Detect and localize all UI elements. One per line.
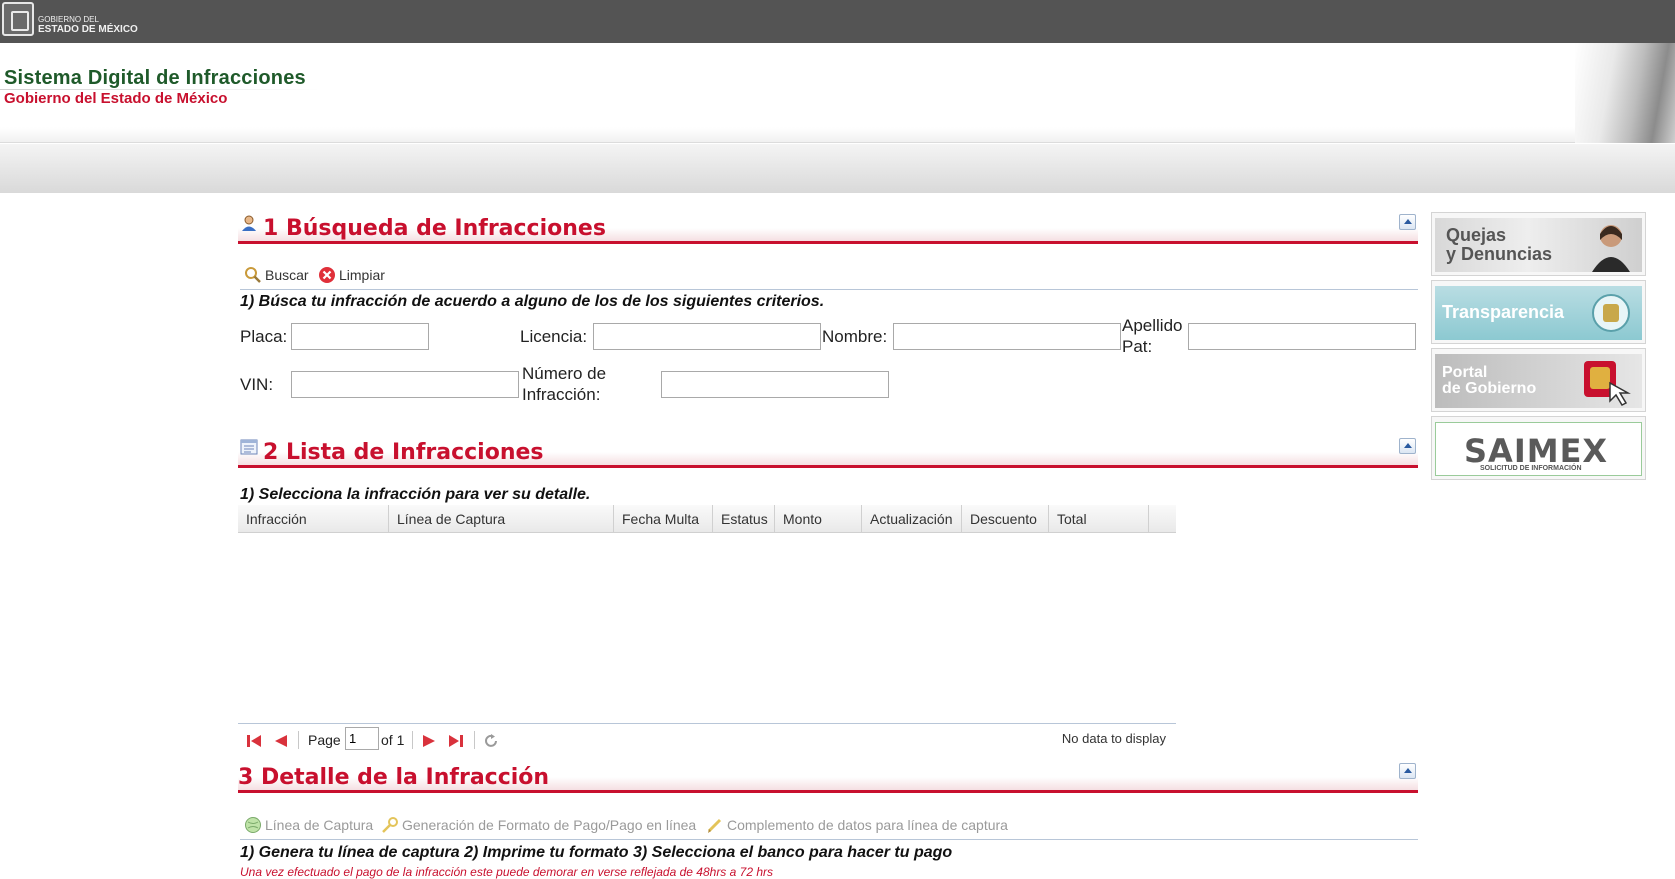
pencil-icon <box>707 818 722 833</box>
detail-instructions: 1) Genera tu línea de captura 2) Imprime… <box>240 844 953 861</box>
quejas-banner-line1: Quejas <box>1446 225 1507 245</box>
section-search-title: 1 Búsqueda de Infracciones <box>263 216 606 241</box>
numero-infraccion-input[interactable] <box>661 371 889 398</box>
section-list-header: 2 Lista de Infracciones <box>238 436 1418 468</box>
saimex-banner-sublabel: SOLICITUD DE INFORMACIÓN <box>1480 465 1582 472</box>
last-page-icon[interactable] <box>448 734 464 748</box>
search-icon <box>245 267 261 283</box>
column-header[interactable]: Infracción <box>238 505 389 533</box>
pager-separator <box>474 731 475 749</box>
column-header[interactable]: Estatus <box>713 505 775 533</box>
column-header[interactable]: Actualización <box>862 505 962 533</box>
formato-pago-button[interactable]: Generación de Formato de Pago/Pago en lí… <box>381 816 696 834</box>
apellido-input[interactable] <box>1188 323 1416 350</box>
payment-delay-note: Una vez efectuado el pago de la infracci… <box>240 865 774 879</box>
top-bar: GOBIERNO DEL ESTADO DE MÉXICO <box>0 0 1675 43</box>
clear-button-label: Limpiar <box>339 267 385 283</box>
formato-pago-label: Generación de Formato de Pago/Pago en lí… <box>402 817 697 833</box>
prev-page-icon[interactable] <box>272 734 288 748</box>
section-detail-title: 3 Detalle de la Infracción <box>238 765 550 790</box>
globe-icon <box>245 817 261 833</box>
nombre-label: Nombre: <box>822 327 888 346</box>
quejas-banner[interactable]: Quejas y Denuncias <box>1431 212 1646 276</box>
collapse-icon[interactable] <box>1399 763 1416 779</box>
linea-captura-label: Línea de Captura <box>265 817 374 833</box>
portal-gobierno-banner[interactable]: Portal de Gobierno <box>1431 348 1646 412</box>
numero-infraccion-label: Número de Infracción: <box>522 363 606 405</box>
list-instructions: 1) Selecciona la infracción para ver su … <box>240 486 591 503</box>
quejas-banner-image: Quejas y Denuncias <box>1435 218 1642 272</box>
placa-label: Placa: <box>240 327 288 346</box>
search-button[interactable]: Buscar <box>244 266 309 284</box>
apellido-label-line1: Apellido <box>1122 316 1183 335</box>
column-header-filler <box>1149 505 1176 533</box>
portal-gobierno-banner-image: Portal de Gobierno <box>1435 354 1642 408</box>
pager-separator <box>298 731 299 749</box>
system-subtitle: Gobierno del Estado de México <box>4 90 228 107</box>
section-list-title: 2 Lista de Infracciones <box>263 440 544 465</box>
coat-of-arms-icon <box>1592 294 1630 332</box>
saimex-banner-image: SAIMEX SOLICITUD DE INFORMACIÓN <box>1435 422 1642 476</box>
empty-grid-message: No data to display <box>1061 731 1166 746</box>
complemento-datos-label: Complemento de datos para línea de captu… <box>727 817 1008 833</box>
saimex-banner-label: SAIMEX <box>1464 432 1609 470</box>
search-instructions: 1) Búsca tu infracción de acuerdo a algu… <box>240 293 825 310</box>
transparencia-banner-label: Transparencia <box>1442 302 1565 322</box>
placa-input[interactable] <box>291 323 429 350</box>
quejas-banner-line2: y Denuncias <box>1446 244 1553 264</box>
refresh-icon[interactable] <box>484 734 500 748</box>
section-search-header: 1 Búsqueda de Infracciones <box>238 212 1418 244</box>
operator-person-icon <box>1592 225 1630 272</box>
page-number-input[interactable] <box>345 727 379 750</box>
search-toolbar: Buscar Limpiar <box>240 260 1418 290</box>
user-icon <box>242 215 256 231</box>
column-header[interactable]: Línea de Captura <box>389 505 614 533</box>
column-header[interactable]: Fecha Multa <box>614 505 713 533</box>
collapse-icon[interactable] <box>1399 438 1416 454</box>
header-banner: Sistema Digital de Infracciones Gobierno… <box>0 43 1675 143</box>
transparencia-banner-image: Transparencia <box>1435 286 1642 340</box>
apellido-label-line2: Pat: <box>1122 337 1153 356</box>
portal-banner-line2: de Gobierno <box>1442 380 1537 397</box>
infractions-grid: Infracción Línea de Captura Fecha Multa … <box>238 505 1176 724</box>
apellido-label: Apellido Pat: <box>1122 315 1183 357</box>
column-header[interactable]: Descuento <box>962 505 1049 533</box>
page-label: Page <box>308 732 341 748</box>
linea-captura-button[interactable]: Línea de Captura <box>244 816 373 834</box>
header-photo <box>1575 43 1675 143</box>
numero-label-line2: Infracción: <box>522 385 601 404</box>
column-header[interactable]: Total <box>1049 505 1149 533</box>
first-page-icon[interactable] <box>246 734 262 748</box>
licencia-label: Licencia: <box>520 327 588 346</box>
transparencia-banner[interactable]: Transparencia <box>1431 280 1646 344</box>
detail-toolbar: Línea de Captura Generación de Formato d… <box>240 810 1418 840</box>
key-icon <box>382 817 398 833</box>
system-title: Sistema Digital de Infracciones <box>4 67 306 89</box>
saimex-banner[interactable]: SAIMEX SOLICITUD DE INFORMACIÓN <box>1431 416 1646 480</box>
government-name: GOBIERNO DEL ESTADO DE MÉXICO <box>38 15 138 35</box>
complemento-datos-button[interactable]: Complemento de datos para línea de captu… <box>706 816 1008 834</box>
grid-pager: Page of 1 No data to display <box>238 725 1176 755</box>
clear-button[interactable]: Limpiar <box>318 266 385 284</box>
collapse-icon[interactable] <box>1399 214 1416 230</box>
pager-separator <box>412 731 413 749</box>
numero-label-line1: Número de <box>522 364 607 383</box>
page-count-label: of 1 <box>381 732 405 748</box>
government-name-line2: ESTADO DE MÉXICO <box>38 24 138 35</box>
vin-input[interactable] <box>291 371 519 398</box>
next-page-icon[interactable] <box>422 734 438 748</box>
clear-icon <box>319 267 335 283</box>
grid-header-row: Infracción Línea de Captura Fecha Multa … <box>238 505 1176 533</box>
search-button-label: Buscar <box>265 267 309 283</box>
navigation-bar <box>0 144 1675 193</box>
nombre-input[interactable] <box>893 323 1121 350</box>
list-icon <box>240 439 258 455</box>
section-detail-header: 3 Detalle de la Infracción <box>238 761 1418 793</box>
pointer-hand-icon <box>1584 361 1631 406</box>
column-header[interactable]: Monto <box>775 505 862 533</box>
licencia-input[interactable] <box>593 323 821 350</box>
government-logo-icon[interactable] <box>2 2 34 36</box>
vin-label: VIN: <box>240 375 274 394</box>
